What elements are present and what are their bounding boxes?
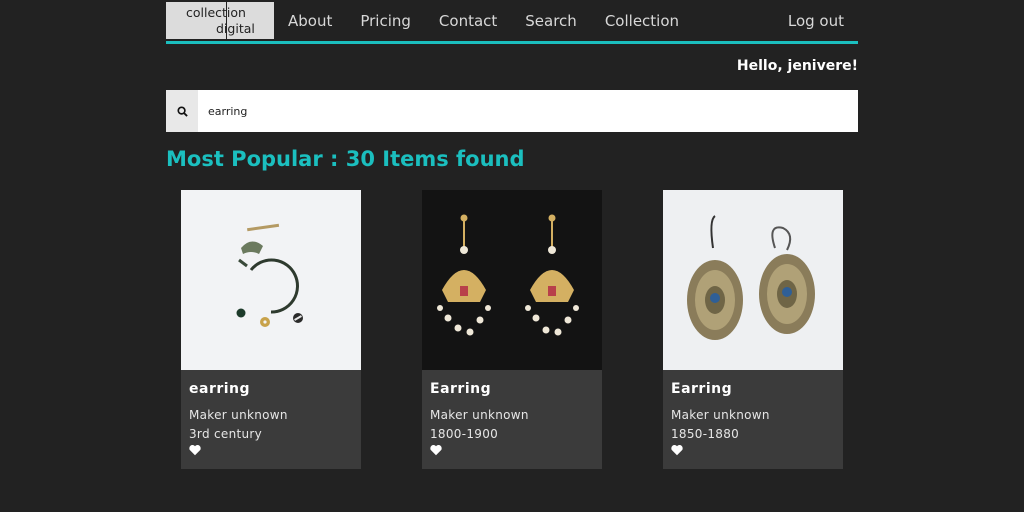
item-title[interactable]: earring — [189, 381, 250, 397]
item-image[interactable] — [663, 190, 843, 370]
logo-line1: collection — [186, 5, 246, 20]
heart-icon[interactable] — [670, 443, 684, 457]
search-button[interactable] — [166, 90, 198, 132]
search-bar — [166, 90, 858, 132]
nav-pricing[interactable]: Pricing — [360, 12, 411, 30]
item-maker: Maker unknown — [430, 408, 529, 422]
nav-links: About Pricing Contact Search Collection — [288, 12, 707, 30]
item-date: 1850-1880 — [671, 427, 740, 441]
search-input[interactable] — [198, 90, 858, 132]
logo[interactable]: collection digital — [166, 2, 274, 39]
page-container: collection digital About Pricing Contact… — [166, 0, 858, 171]
item-title[interactable]: Earring — [671, 381, 732, 397]
item-date: 3rd century — [189, 427, 263, 441]
logo-line2: digital — [216, 21, 255, 36]
heart-icon[interactable] — [188, 443, 202, 457]
nav-about[interactable]: About — [288, 12, 332, 30]
item-date: 1800-1900 — [430, 427, 499, 441]
result-card[interactable]: Earring Maker unknown 1800-1900 — [422, 190, 602, 469]
results-heading: Most Popular : 30 Items found — [166, 147, 525, 171]
search-icon — [176, 105, 188, 117]
nav-search[interactable]: Search — [525, 12, 577, 30]
item-image[interactable] — [422, 190, 602, 370]
logout-link[interactable]: Log out — [788, 12, 844, 30]
result-card[interactable]: Earring Maker unknown 1850-1880 — [663, 190, 843, 469]
item-title[interactable]: Earring — [430, 381, 491, 397]
heart-icon[interactable] — [429, 443, 443, 457]
result-card[interactable]: earring Maker unknown 3rd century — [181, 190, 361, 469]
top-nav: collection digital About Pricing Contact… — [166, 0, 858, 44]
item-image[interactable] — [181, 190, 361, 370]
item-maker: Maker unknown — [671, 408, 770, 422]
nav-contact[interactable]: Contact — [439, 12, 497, 30]
nav-collection[interactable]: Collection — [605, 12, 679, 30]
item-maker: Maker unknown — [189, 408, 288, 422]
user-greeting: Hello, jenivere! — [736, 58, 858, 74]
